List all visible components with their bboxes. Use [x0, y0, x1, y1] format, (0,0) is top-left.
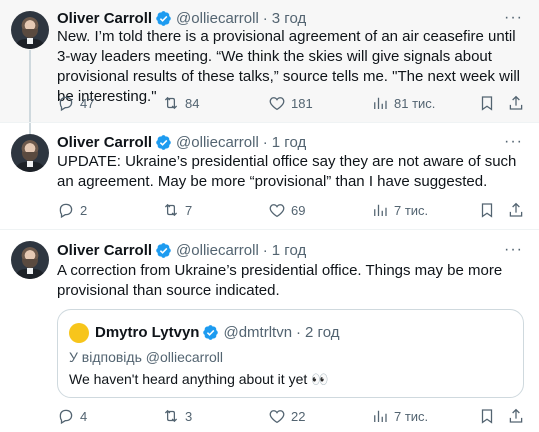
- repost-icon: [164, 409, 178, 423]
- bookmark-icon: [481, 96, 493, 111]
- author-name[interactable]: Oliver Carroll: [57, 10, 152, 27]
- tweet-actions: 4 3 22 7 тис.: [57, 406, 527, 426]
- more-icon[interactable]: ···: [504, 242, 523, 258]
- share-button[interactable]: [507, 406, 525, 426]
- repost-button[interactable]: 7: [162, 200, 192, 220]
- views-count: 81 тис.: [394, 95, 436, 111]
- author-name[interactable]: Oliver Carroll: [57, 134, 152, 151]
- views-button[interactable]: 7 тис.: [371, 406, 428, 426]
- quoted-author-name[interactable]: Dmytro Lytvyn: [95, 324, 199, 341]
- views-count: 7 тис.: [394, 202, 429, 218]
- quoted-timestamp[interactable]: 2 год: [305, 324, 339, 341]
- reply-button[interactable]: 4: [57, 406, 87, 426]
- author-handle[interactable]: @olliecarroll: [176, 134, 259, 151]
- quoted-text: We haven't heard anything about it yet 👀: [69, 371, 329, 387]
- like-icon: [269, 204, 285, 218]
- share-button[interactable]: [507, 93, 525, 113]
- like-count: 69: [291, 202, 306, 218]
- bookmark-icon: [481, 203, 493, 218]
- quoted-author-handle[interactable]: @dmtrltvn: [223, 324, 292, 341]
- tweet-text: UPDATE: Ukraine’s presidential office sa…: [57, 153, 517, 190]
- avatar[interactable]: [11, 134, 49, 172]
- separator-dot: ·: [262, 241, 268, 259]
- verified-badge-icon: [156, 10, 171, 26]
- timestamp[interactable]: 1 год: [272, 242, 306, 259]
- repost-icon: [164, 96, 178, 110]
- separator-dot: ·: [262, 133, 268, 151]
- more-icon[interactable]: ···: [504, 134, 523, 150]
- repost-count: 3: [185, 408, 193, 424]
- tweet-2[interactable]: Oliver Carroll @olliecarroll · 1 год ···…: [0, 122, 539, 229]
- timestamp[interactable]: 1 год: [272, 134, 306, 151]
- author-name[interactable]: Oliver Carroll: [57, 242, 152, 259]
- views-icon: [374, 410, 387, 422]
- repost-icon: [164, 203, 178, 217]
- repost-button[interactable]: 3: [162, 406, 192, 426]
- bookmark-button[interactable]: [478, 406, 496, 426]
- like-button[interactable]: 69: [268, 200, 305, 220]
- verified-badge-icon: [156, 134, 171, 150]
- share-icon: [509, 202, 523, 217]
- share-button[interactable]: [507, 200, 525, 220]
- reply-count: 4: [80, 408, 88, 424]
- like-button[interactable]: 181: [268, 93, 313, 113]
- like-icon: [269, 97, 285, 111]
- tweet-1[interactable]: Oliver Carroll @olliecarroll · 3 год ···…: [0, 0, 539, 122]
- reply-button[interactable]: 2: [57, 200, 87, 220]
- more-icon[interactable]: ···: [504, 10, 523, 26]
- like-icon: [269, 410, 285, 424]
- repost-count: 7: [185, 202, 193, 218]
- tweet-actions: 47 84 181 81 тис.: [57, 93, 527, 113]
- avatar[interactable]: [11, 11, 49, 49]
- quoted-avatar[interactable]: [69, 323, 89, 343]
- tweet-text: A correction from Ukraine’s presidential…: [57, 262, 503, 299]
- like-count: 22: [291, 408, 306, 424]
- quoted-tweet[interactable]: Dmytro Lytvyn @dmtrltvn · 2 год У відпов…: [57, 309, 524, 398]
- separator-dot: ·: [296, 323, 302, 341]
- views-button[interactable]: 81 тис.: [371, 93, 435, 113]
- bookmark-button[interactable]: [478, 93, 496, 113]
- reply-context: У відповідь @olliecarroll: [69, 349, 223, 365]
- author-handle[interactable]: @olliecarroll: [176, 242, 259, 259]
- verified-badge-icon: [156, 242, 171, 258]
- views-button[interactable]: 7 тис.: [371, 200, 428, 220]
- share-icon: [509, 95, 523, 110]
- bookmark-button[interactable]: [478, 200, 496, 220]
- reply-count: 47: [80, 95, 95, 111]
- repost-button[interactable]: 84: [162, 93, 199, 113]
- timestamp[interactable]: 3 год: [272, 10, 306, 27]
- tweet-3[interactable]: Oliver Carroll @olliecarroll · 1 год ···…: [0, 229, 539, 432]
- reply-icon: [59, 96, 73, 112]
- reply-icon: [59, 203, 73, 219]
- tweet-actions: 2 7 69 7 тис.: [57, 200, 527, 220]
- like-count: 181: [291, 95, 313, 111]
- views-icon: [374, 204, 387, 216]
- views-icon: [374, 97, 387, 109]
- verified-badge-icon: [203, 324, 219, 340]
- bookmark-icon: [481, 409, 493, 424]
- reply-count: 2: [80, 202, 88, 218]
- repost-count: 84: [185, 95, 200, 111]
- reply-button[interactable]: 47: [57, 93, 94, 113]
- separator-dot: ·: [262, 9, 268, 27]
- reply-icon: [59, 409, 73, 425]
- like-button[interactable]: 22: [268, 406, 305, 426]
- author-handle[interactable]: @olliecarroll: [176, 10, 259, 27]
- avatar[interactable]: [11, 241, 49, 279]
- views-count: 7 тис.: [394, 408, 429, 424]
- share-icon: [509, 408, 523, 423]
